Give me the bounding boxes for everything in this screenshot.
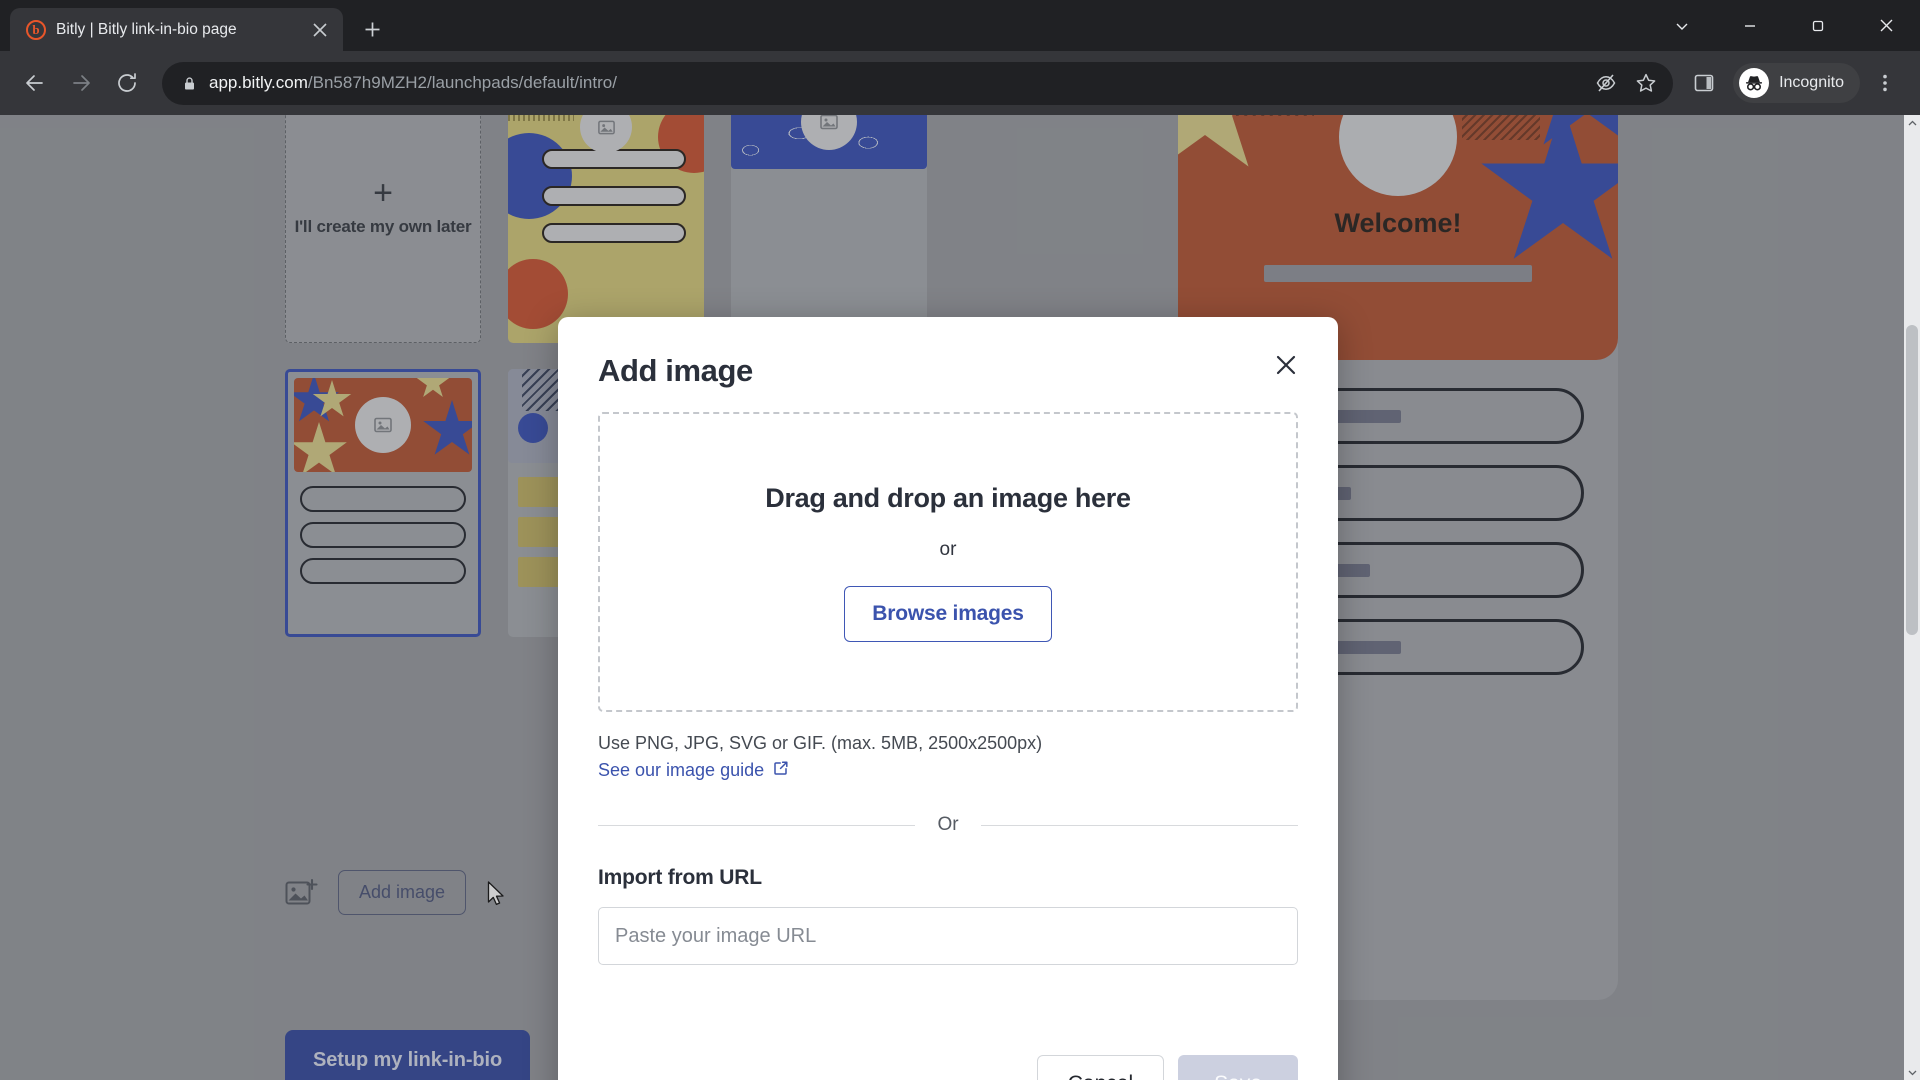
scroll-up-arrow-icon[interactable] [1904, 115, 1920, 131]
address-bar[interactable]: app.bitly.com/Bn587h9MZH2/launchpads/def… [162, 61, 1674, 105]
dropzone-or-label: or [939, 538, 957, 560]
profile-label: Incognito [1779, 74, 1844, 91]
close-window-icon[interactable] [1852, 0, 1920, 51]
new-tab-button[interactable] [355, 12, 389, 46]
close-icon[interactable] [1268, 347, 1304, 383]
scroll-down-arrow-icon[interactable] [1904, 1064, 1920, 1080]
reload-icon[interactable] [106, 62, 148, 104]
close-tab-icon[interactable] [307, 17, 333, 43]
divider-line-right [980, 824, 1299, 826]
modal-title: Add image [598, 353, 753, 388]
divider-label: Or [937, 814, 959, 835]
image-url-input[interactable] [598, 907, 1298, 965]
browse-images-button[interactable]: Browse images [844, 585, 1052, 642]
star-icon[interactable] [1633, 70, 1659, 96]
profile-incognito-button[interactable]: Incognito [1733, 63, 1860, 103]
url-path: /Bn587h9MZH2/launchpads/default/intro/ [307, 73, 617, 92]
bitly-logo-icon: b [26, 19, 46, 40]
save-button[interactable]: Save [1178, 1055, 1298, 1080]
image-format-hint: Use PNG, JPG, SVG or GIF. (max. 5MB, 250… [598, 733, 1043, 753]
image-dropzone[interactable]: Drag and drop an image here or Browse im… [598, 412, 1298, 712]
lock-icon [182, 76, 197, 91]
page-viewport: + I'll create my own later Add image Set… [0, 115, 1920, 1080]
dropzone-title: Drag and drop an image here [765, 482, 1131, 513]
url-host: app.bitly.com [209, 73, 308, 92]
scrollbar-thumb[interactable] [1906, 325, 1918, 635]
three-dot-menu-icon[interactable] [1864, 62, 1906, 104]
or-divider: Or [598, 814, 1299, 836]
divider-line-left [598, 824, 916, 826]
external-link-icon [773, 757, 789, 784]
omnibox-icons [1593, 70, 1659, 96]
minimize-icon[interactable] [1716, 0, 1784, 51]
chevron-down-icon[interactable] [1648, 0, 1716, 51]
back-arrow-icon[interactable] [14, 62, 56, 104]
image-hint-text: Use PNG, JPG, SVG or GIF. (max. 5MB, 250… [598, 730, 1298, 784]
browser-tab[interactable]: b Bitly | Bitly link-in-bio page [10, 8, 343, 51]
browser-toolbar: app.bitly.com/Bn587h9MZH2/launchpads/def… [0, 51, 1920, 115]
import-from-url-title: Import from URL [598, 866, 762, 889]
forward-arrow-icon[interactable] [60, 62, 102, 104]
image-guide-link-label: See our image guide [598, 760, 765, 780]
image-guide-link[interactable]: See our image guide [598, 757, 789, 784]
side-panel-icon[interactable] [1683, 62, 1725, 104]
window-controls [1648, 0, 1920, 51]
eye-off-icon[interactable] [1593, 70, 1619, 96]
maximize-icon[interactable] [1784, 0, 1852, 51]
browser-window: b Bitly | Bitly link-in-bio page app.bit… [0, 0, 1920, 1080]
incognito-avatar-icon [1739, 68, 1770, 98]
url-text: app.bitly.com/Bn587h9MZH2/launchpads/def… [209, 73, 617, 93]
page-scrollbar[interactable] [1904, 115, 1920, 1080]
tab-strip: b Bitly | Bitly link-in-bio page [0, 0, 1920, 51]
modal-actions: Cancel Save [1036, 1055, 1298, 1080]
add-image-modal: Add image Drag and drop an image here or… [558, 317, 1338, 1080]
cancel-button[interactable]: Cancel [1036, 1055, 1165, 1080]
tab-title: Bitly | Bitly link-in-bio page [56, 20, 237, 38]
